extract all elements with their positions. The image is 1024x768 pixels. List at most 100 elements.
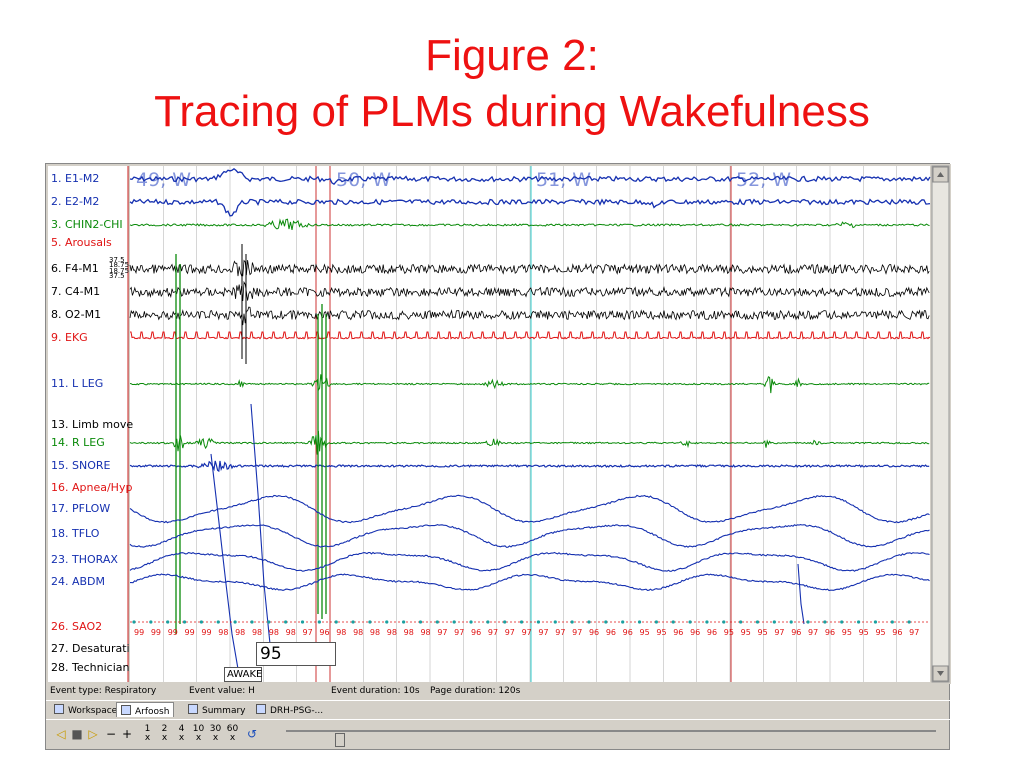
sao2-sample-dot	[637, 620, 642, 624]
sao2-sample-dot	[149, 620, 153, 624]
sao2-value: 98	[404, 628, 414, 637]
sao2-sample-dot	[469, 620, 473, 624]
sao2-value: 98	[218, 628, 228, 637]
zoom-out-button[interactable]: −	[104, 725, 118, 743]
sao2-sample-dot	[351, 620, 355, 624]
sao2-value: 99	[201, 628, 211, 637]
sao2-value: 97	[488, 628, 498, 637]
sao2-value: 97	[774, 628, 784, 637]
title-line-2: Tracing of PLMs during Wakefulness	[154, 87, 870, 136]
sao2-value: 96	[791, 628, 801, 637]
sao2-sample-dot	[233, 620, 237, 624]
speed-button[interactable]: 2x	[157, 725, 172, 743]
sao2-value: 97	[437, 628, 447, 637]
sao2-sample-dot	[755, 620, 760, 624]
sao2-sample-dot	[402, 620, 406, 624]
sao2-value: 97	[522, 628, 532, 637]
summary-icon	[188, 704, 198, 714]
sao2-value: 97	[454, 628, 464, 637]
timeline-slider[interactable]	[286, 730, 936, 747]
sao2-value: 96	[892, 628, 902, 637]
sao2-value: 98	[387, 628, 397, 637]
sao2-sample-dot	[216, 620, 220, 624]
sao2-sample-dot	[334, 620, 338, 624]
timeline-slider-thumb[interactable]	[334, 733, 345, 747]
sao2-sample-dot	[182, 620, 187, 624]
tab-summary[interactable]: Summary	[184, 702, 250, 717]
sao2-sample-dot	[132, 620, 136, 624]
sao2-sample-dot	[368, 620, 372, 624]
sao2-value: 96	[825, 628, 835, 637]
tab-label: Summary	[202, 706, 246, 716]
tab-workspace[interactable]: Workspace	[50, 702, 121, 717]
sao2-sample-dot	[570, 620, 574, 624]
speed-button[interactable]: 30 x	[208, 725, 223, 743]
sao2-value: 95	[859, 628, 869, 637]
sao2-value: 96	[673, 628, 683, 637]
sao2-sample-dot	[890, 620, 894, 624]
sao2-sample-dot	[435, 620, 439, 624]
status-bar: Event type: Respiratory Event value: H E…	[46, 685, 951, 699]
sao2-value: 98	[286, 628, 296, 637]
sao2-sample-dot	[519, 620, 524, 624]
channel-label-panel	[48, 166, 128, 682]
sao2-value: 95	[640, 628, 650, 637]
sao2-sample-dot	[503, 620, 507, 624]
speed-button[interactable]: 1x	[140, 725, 155, 743]
slide-title: Figure 2: Tracing of PLMs during Wakeful…	[0, 28, 1024, 140]
sao2-value: 95	[656, 628, 666, 637]
sao2-value: 97	[572, 628, 582, 637]
sao2-sample-dot	[772, 620, 776, 624]
sao2-sample-dot	[789, 620, 793, 624]
tab-arfoosh[interactable]: Arfoosh	[116, 702, 175, 717]
psg-tracing-area[interactable]: 49, W 50, W 51, W 52, W 99 99 99 99 99 98 98 98 98 9…	[46, 164, 951, 684]
sao2-sample-dot	[739, 620, 743, 624]
sao2-sample-dot	[486, 620, 490, 624]
sao2-sample-dot	[722, 620, 726, 624]
status-page-duration: Page duration: 120s	[430, 686, 521, 696]
technician-event-tag[interactable]: AWAKE	[224, 667, 262, 682]
vertical-scrollbar[interactable]	[931, 165, 950, 683]
tab-drh-psg[interactable]: DRH-PSG-...	[252, 702, 327, 717]
sao2-value: 99	[185, 628, 195, 637]
title-line-1: Figure 2:	[425, 31, 599, 80]
sao2-sample-dot	[317, 620, 321, 624]
sao2-value: 98	[252, 628, 262, 637]
sao2-value: 96	[623, 628, 633, 637]
play-button[interactable]: ▷	[86, 725, 100, 743]
tab-label: Workspace	[68, 706, 118, 716]
sao2-value: 97	[538, 628, 548, 637]
sao2-sample-dot	[856, 620, 861, 624]
tab-label: Arfoosh	[135, 707, 170, 717]
sao2-value: 96	[606, 628, 616, 637]
speed-denominator: x	[144, 733, 151, 743]
sao2-sample-dot	[199, 620, 204, 624]
speed-button[interactable]: 4x	[174, 725, 189, 743]
sao2-value: 95	[757, 628, 767, 637]
speed-denominator: x	[178, 733, 185, 743]
refresh-icon[interactable]: ↺	[244, 725, 260, 743]
sao2-sample-dot	[907, 620, 911, 624]
sao2-value: 95	[842, 628, 852, 637]
stop-button[interactable]: ■	[70, 725, 84, 743]
speed-button[interactable]: 60 x	[225, 725, 240, 743]
zoom-in-button[interactable]: +	[120, 725, 134, 743]
status-event-type: Event type: Respiratory	[50, 686, 157, 696]
sao2-sample-dot	[671, 620, 675, 624]
sao2-value: 96	[589, 628, 599, 637]
tab-label: DRH-PSG-...	[270, 706, 324, 716]
previous-page-button[interactable]: ◁	[54, 725, 68, 743]
sao2-value: 96	[471, 628, 481, 637]
sao2-sample-dot	[250, 620, 254, 624]
speed-button[interactable]: 10 x	[191, 725, 206, 743]
sao2-sample-dot	[300, 620, 305, 624]
document-tab-bar: Workspace Arfoosh Summary DRH-PSG-...	[46, 700, 951, 718]
psg-viewer-window: 49, W 50, W 51, W 52, W 99 99 99 99 99 98 98 98 98 9…	[45, 163, 951, 750]
status-event-duration: Event duration: 10s	[331, 686, 420, 696]
sao2-value: 97	[909, 628, 919, 637]
sao2-sample-dot	[688, 620, 692, 624]
speed-denominator: x	[195, 733, 202, 743]
document-icon	[121, 705, 131, 715]
sao2-value: 98	[353, 628, 363, 637]
speed-denominator: x	[229, 733, 236, 743]
